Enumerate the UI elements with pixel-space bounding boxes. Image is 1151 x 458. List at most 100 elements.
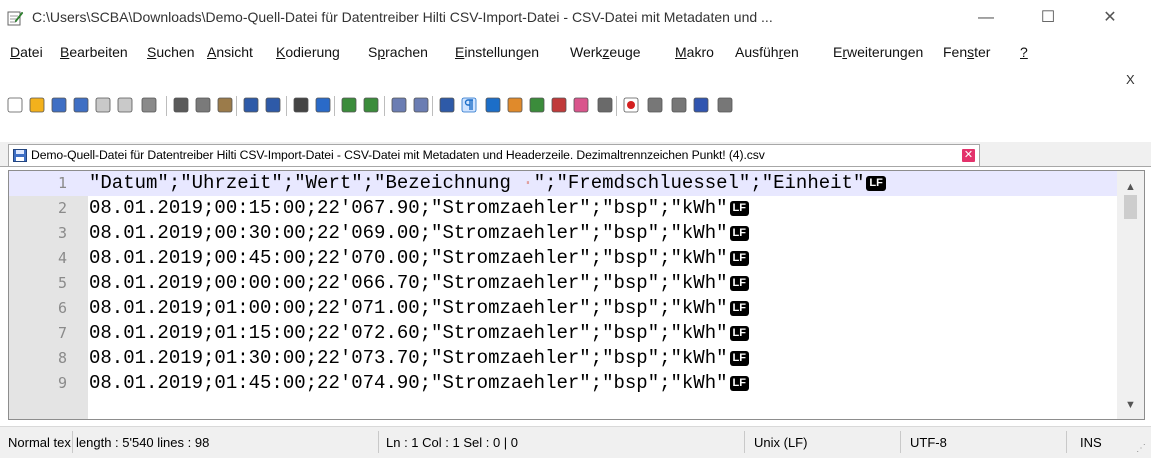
menu-item[interactable]: Makro [675, 44, 714, 60]
status-divider [378, 431, 379, 453]
menu-item[interactable]: Einstellungen [455, 44, 539, 60]
text-line[interactable]: 2 08.01.2019;00:15:00;22'067.90;"Stromzae… [9, 196, 1117, 221]
print-icon[interactable] [140, 96, 158, 114]
text-line[interactable]: 8 08.01.2019;01:30:00;22'073.70;"Stromzae… [9, 346, 1117, 371]
menu-item-label-part: M [675, 44, 687, 60]
folder-workspace-icon[interactable] [572, 96, 590, 114]
line-content: 08.01.2019;01:00:00;22'071.00;"Stromzaeh… [89, 297, 728, 319]
menu-item[interactable]: Sprachen [368, 44, 428, 60]
line-content-start: "Datum";"Uhrzeit";"Wert";"Bezeichnung [89, 172, 523, 194]
line-content: 08.01.2019;00:00:00;22'066.70;"Stromzaeh… [89, 272, 728, 294]
line-number: 2 [57, 199, 67, 217]
copy-icon[interactable] [194, 96, 212, 114]
save-icon[interactable] [50, 96, 68, 114]
zoom-in-icon[interactable] [340, 96, 358, 114]
toolbar-separator [166, 96, 167, 116]
resize-grip-icon[interactable]: ⋰ [1136, 443, 1146, 454]
menu-item[interactable]: Suchen [147, 44, 195, 60]
close-icon[interactable] [94, 96, 112, 114]
redo-icon[interactable] [264, 96, 282, 114]
menu-item[interactable]: Datei [10, 44, 43, 60]
toolbar-separator [384, 96, 385, 116]
zoom-out-icon[interactable] [362, 96, 380, 114]
line-content: 08.01.2019;00:15:00;22'067.90;"Stromzaeh… [89, 197, 728, 219]
eol-lf-marker: LF [729, 201, 749, 216]
line-content: 08.01.2019;00:30:00;22'069.00;"Stromzaeh… [89, 222, 728, 244]
text-line[interactable]: 4 08.01.2019;00:45:00;22'070.00;"Stromzae… [9, 246, 1117, 271]
function-list-icon[interactable] [550, 96, 568, 114]
cut-icon[interactable] [172, 96, 190, 114]
text-editor[interactable]: 1 "Datum";"Uhrzeit";"Wert";"Bezeichnung ·… [8, 170, 1145, 420]
undo-icon[interactable] [242, 96, 260, 114]
scrollbar-thumb[interactable] [1124, 195, 1137, 219]
line-content: 08.01.2019;00:45:00;22'070.00;"Stromzaeh… [89, 247, 728, 269]
play-macro-icon[interactable] [670, 96, 688, 114]
menu-item[interactable]: Ausführen [735, 44, 799, 60]
menu-bar: Datei Bearbeiten Suchen Ansicht Kodierung Spr… [0, 44, 1151, 64]
doc-map-icon[interactable] [528, 96, 546, 114]
run-macro-multiple-icon[interactable] [692, 96, 710, 114]
replace-icon[interactable] [314, 96, 332, 114]
toolbar [0, 94, 1151, 118]
menu-item[interactable]: Ansicht [207, 44, 253, 60]
text-line[interactable]: 3 08.01.2019;00:30:00;22'069.00;"Stromzae… [9, 221, 1117, 246]
menu-item-label-part: rachen [385, 44, 428, 60]
line-content: 08.01.2019;01:45:00;22'074.90;"Stromzaeh… [89, 372, 728, 394]
menu-item[interactable]: Kodierung [276, 44, 340, 60]
eol-lf-marker: LF [729, 251, 749, 266]
text-line[interactable]: 6 08.01.2019;01:00:00;22'071.00;"Stromzae… [9, 296, 1117, 321]
menu-item-label-part: Ausfüh [735, 44, 779, 60]
minimize-button[interactable]: — [966, 6, 1006, 30]
eol-lf-marker: LF [729, 376, 749, 391]
save-all-icon[interactable] [72, 96, 90, 114]
menu-item-label-part: E [833, 44, 843, 60]
eol-lf-marker: LF [729, 326, 749, 341]
line-text: 08.01.2019;00:00:00;22'066.70;"Stromzaeh… [89, 272, 749, 294]
tab-close-button[interactable]: ✕ [962, 149, 975, 162]
eol-lf-marker: LF [729, 351, 749, 366]
record-macro-icon[interactable] [622, 96, 640, 114]
maximize-button[interactable]: ☐ [1028, 6, 1068, 30]
open-file-icon[interactable] [28, 96, 46, 114]
eol-lf-marker: LF [729, 301, 749, 316]
menu-item-label-part: B [60, 44, 70, 60]
menu-close-document[interactable]: X [1126, 72, 1135, 87]
line-number: 1 [57, 174, 67, 192]
scroll-up-arrow-icon[interactable]: ▲ [1125, 181, 1136, 193]
text-line[interactable]: 5 08.01.2019;00:00:00;22'066.70;"Stromzae… [9, 271, 1117, 296]
scroll-down-arrow-icon[interactable]: ▼ [1125, 399, 1136, 411]
menu-item-label-part: nsicht [216, 44, 253, 60]
vertical-scrollbar[interactable]: ▲ ▼ [1117, 171, 1144, 419]
menu-item[interactable]: Fenster [943, 44, 990, 60]
menu-item-label-part: akro [686, 44, 714, 60]
menu-item[interactable]: Bearbeiten [60, 44, 128, 60]
eol-lf-marker: LF [866, 176, 886, 191]
sync-horizontal-icon[interactable] [412, 96, 430, 114]
word-wrap-icon[interactable] [438, 96, 456, 114]
save-macro-icon[interactable] [716, 96, 734, 114]
status-length: length : 5'540 lines : 98 [76, 435, 210, 450]
document-tab[interactable]: Demo-Quell-Datei für Datentreiber Hilti … [8, 144, 980, 166]
find-icon[interactable] [292, 96, 310, 114]
menu-item[interactable]: ? [1020, 44, 1028, 60]
close-all-icon[interactable] [116, 96, 134, 114]
show-all-chars-icon[interactable] [460, 96, 478, 114]
stop-record-icon[interactable] [646, 96, 664, 114]
new-file-icon[interactable] [6, 96, 24, 114]
indent-guide-icon[interactable] [484, 96, 502, 114]
current-line[interactable]: 1 "Datum";"Uhrzeit";"Wert";"Bezeichnung ·… [9, 171, 1117, 196]
udl-icon[interactable] [506, 96, 524, 114]
status-divider [744, 431, 745, 453]
monitoring-icon[interactable] [596, 96, 614, 114]
line-number: 5 [57, 274, 67, 292]
menu-item-label-part: E [455, 44, 465, 60]
text-line[interactable]: 7 08.01.2019;01:15:00;22'072.60;"Stromzae… [9, 321, 1117, 346]
menu-item[interactable]: Werkzeuge [570, 44, 641, 60]
menu-item[interactable]: Erweiterungen [833, 44, 923, 60]
sync-vertical-icon[interactable] [390, 96, 408, 114]
paste-icon[interactable] [216, 96, 234, 114]
menu-item-label-part: S [147, 44, 157, 60]
text-line[interactable]: 9 08.01.2019;01:45:00;22'074.90;"Stromzae… [9, 371, 1117, 396]
close-window-button[interactable]: ✕ [1090, 6, 1130, 30]
tab-bar: Demo-Quell-Datei für Datentreiber Hilti … [0, 142, 1151, 167]
